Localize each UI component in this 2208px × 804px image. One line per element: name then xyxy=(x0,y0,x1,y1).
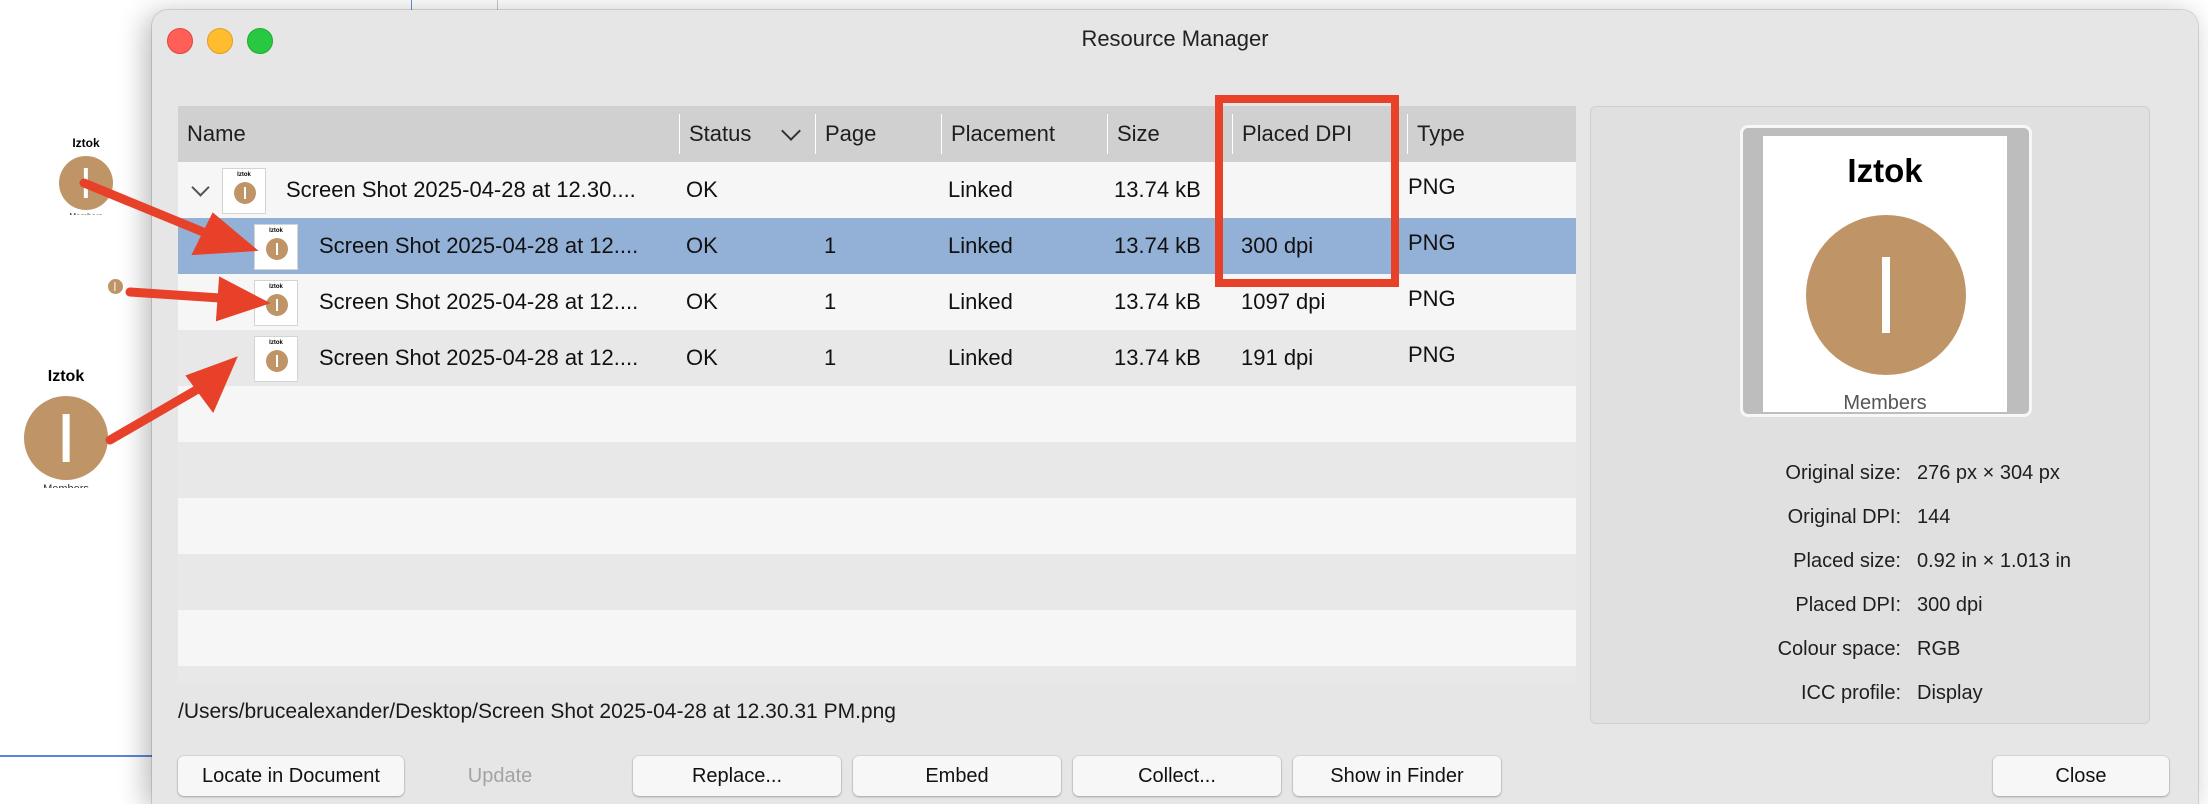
avatar-circle xyxy=(107,279,123,294)
show-in-finder-button[interactable]: Show in Finder xyxy=(1293,756,1501,796)
avatar-circle xyxy=(24,396,108,480)
cell-name: Screen Shot 2025-04-28 at 12.... xyxy=(319,289,639,314)
cell-size: 13.74 kB xyxy=(1114,233,1201,258)
file-path: /Users/brucealexander/Desktop/Screen Sho… xyxy=(178,700,896,723)
title-bar[interactable]: Resource Manager xyxy=(152,10,2198,68)
table-header: Name Status Page Placement Size Placed D… xyxy=(178,106,1576,162)
info-value-original-dpi: 144 xyxy=(1917,506,1951,528)
close-button[interactable]: Close xyxy=(1993,756,2169,796)
empty-row xyxy=(178,610,1576,666)
empty-row xyxy=(178,498,1576,554)
cell-placed-dpi: 300 dpi xyxy=(1241,233,1314,258)
resource-manager-window: Resource Manager Name Status Page Placem… xyxy=(152,10,2198,804)
update-button[interactable]: Update xyxy=(422,756,578,796)
cell-type: PNG xyxy=(1408,342,1456,367)
placed-image-title: Iztok xyxy=(72,136,100,150)
empty-row xyxy=(178,386,1576,442)
placed-image-caption: Members xyxy=(22,480,110,488)
resource-table[interactable]: Name Status Page Placement Size Placed D… xyxy=(178,106,1576,684)
preview-thumbnail: Iztok Members xyxy=(1740,125,2032,417)
table-row[interactable]: Iztok Screen Shot 2025-04-28 at 12.... O… xyxy=(178,330,1576,386)
placed-image-small[interactable]: Iztok Members xyxy=(58,136,114,215)
collect-button[interactable]: Collect... xyxy=(1073,756,1281,796)
cell-type: PNG xyxy=(1408,230,1456,255)
empty-row xyxy=(178,666,1576,684)
cell-type: PNG xyxy=(1408,286,1456,311)
column-header-placed-dpi[interactable]: Placed DPI xyxy=(1233,106,1406,162)
empty-row xyxy=(178,442,1576,498)
placed-image-large[interactable]: Iztok Members xyxy=(22,368,110,488)
preview-image: Iztok Members xyxy=(1763,136,2007,412)
cell-size: 13.74 kB xyxy=(1114,177,1201,202)
cell-type: PNG xyxy=(1408,174,1456,199)
cell-name: Screen Shot 2025-04-28 at 12.... xyxy=(319,233,639,258)
cell-size: 13.74 kB xyxy=(1114,289,1201,314)
replace-button[interactable]: Replace... xyxy=(633,756,841,796)
info-label-placed-size: Placed size: xyxy=(1793,550,1901,572)
cell-status: OK xyxy=(686,233,718,258)
placed-image-caption: Members xyxy=(58,210,114,215)
cell-placed-dpi: 191 dpi xyxy=(1241,345,1314,370)
cell-name: Screen Shot 2025-04-28 at 12.... xyxy=(319,345,639,370)
info-value-placed-dpi: 300 dpi xyxy=(1917,594,1983,616)
preview-panel: Iztok Members Original size: 276 px × 30… xyxy=(1590,106,2150,724)
cell-status: OK xyxy=(686,345,718,370)
info-value-colour-space: RGB xyxy=(1917,638,1961,660)
placed-image-title: Iztok xyxy=(47,368,85,385)
embed-button[interactable]: Embed xyxy=(853,756,1061,796)
info-label-icc-profile: ICC profile: xyxy=(1800,682,1901,704)
avatar-circle xyxy=(59,156,113,210)
column-header-type[interactable]: Type xyxy=(1408,106,1576,162)
thumbnail: Iztok xyxy=(254,224,298,270)
column-header-name[interactable]: Name xyxy=(178,106,678,162)
cell-placed-dpi: 1097 dpi xyxy=(1241,289,1326,314)
cell-name: Screen Shot 2025-04-28 at 12.30.... xyxy=(286,177,636,202)
locate-in-document-button[interactable]: Locate in Document xyxy=(178,756,404,796)
info-label-colour-space: Colour space: xyxy=(1777,638,1901,660)
column-header-page[interactable]: Page xyxy=(816,106,940,162)
thumbnail: Iztok xyxy=(254,280,298,326)
cell-placement: Linked xyxy=(948,289,1013,314)
column-header-placement[interactable]: Placement xyxy=(942,106,1106,162)
table-row[interactable]: Iztok Screen Shot 2025-04-28 at 12.... O… xyxy=(178,274,1576,330)
window-title: Resource Manager xyxy=(1081,26,1269,51)
info-label-original-dpi: Original DPI: xyxy=(1787,506,1901,528)
info-value-placed-size: 0.92 in × 1.013 in xyxy=(1917,550,2072,572)
cell-size: 13.74 kB xyxy=(1114,345,1201,370)
cell-page: 1 xyxy=(824,345,837,370)
guide-line xyxy=(0,755,154,757)
cell-placement: Linked xyxy=(948,233,1013,258)
info-value-icc-profile: Display xyxy=(1917,682,1983,704)
cell-page: 1 xyxy=(824,233,837,258)
avatar-circle xyxy=(1806,215,1966,375)
cell-page: 1 xyxy=(824,289,837,314)
preview-image-caption: Members xyxy=(1843,392,1927,412)
empty-row xyxy=(178,554,1576,610)
info-label-placed-dpi: Placed DPI: xyxy=(1795,594,1901,616)
table-row[interactable]: Iztok Screen Shot 2025-04-28 at 12.30...… xyxy=(178,162,1576,218)
info-label-original-size: Original size: xyxy=(1785,462,1901,484)
cell-status: OK xyxy=(686,289,718,314)
column-header-size[interactable]: Size xyxy=(1108,106,1231,162)
cell-status: OK xyxy=(686,177,718,202)
preview-image-title: Iztok xyxy=(1847,152,1923,189)
table-row-selected[interactable]: Iztok Screen Shot 2025-04-28 at 12.... O… xyxy=(178,218,1576,274)
cell-placement: Linked xyxy=(948,177,1013,202)
thumbnail: Iztok xyxy=(222,168,266,214)
cell-placement: Linked xyxy=(948,345,1013,370)
thumbnail: Iztok xyxy=(254,336,298,382)
disclosure-chevron-icon[interactable] xyxy=(191,178,210,197)
placed-image-tiny[interactable] xyxy=(106,274,124,294)
info-value-original-size: 276 px × 304 px xyxy=(1917,462,2060,484)
